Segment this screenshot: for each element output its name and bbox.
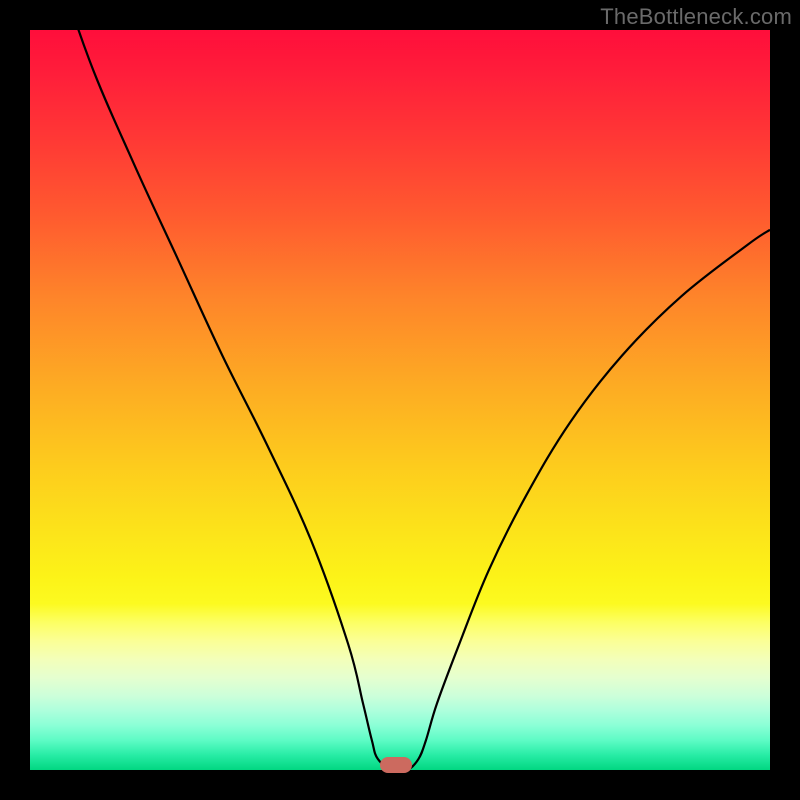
curve-path	[30, 30, 770, 770]
attribution-text: TheBottleneck.com	[600, 4, 792, 30]
optimal-point-marker	[380, 757, 412, 773]
bottleneck-curve	[30, 30, 770, 770]
chart-stage: TheBottleneck.com	[0, 0, 800, 800]
